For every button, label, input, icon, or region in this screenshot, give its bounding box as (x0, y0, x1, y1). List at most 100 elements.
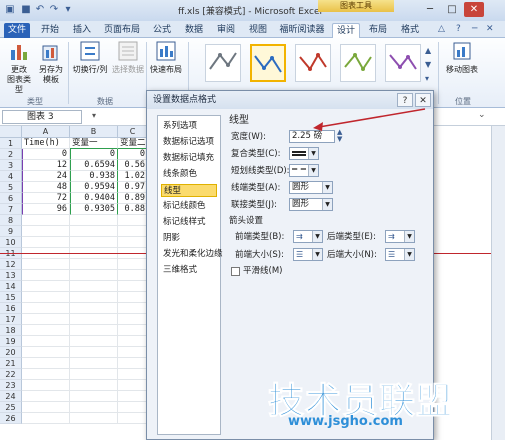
table-cell[interactable] (70, 270, 118, 281)
table-cell[interactable] (22, 292, 70, 303)
table-header-cell[interactable]: 变量一 (70, 138, 118, 149)
table-cell[interactable] (118, 270, 148, 281)
help-icon[interactable]: ? (456, 24, 461, 34)
nav-series-options[interactable]: 系列选项 (161, 120, 217, 133)
row-header[interactable]: 20 (0, 347, 22, 358)
column-header-b[interactable]: B (70, 126, 118, 138)
table-cell[interactable] (118, 303, 148, 314)
row-header[interactable]: 17 (0, 314, 22, 325)
table-cell[interactable] (22, 215, 70, 226)
row-header[interactable]: 1 (0, 138, 22, 149)
minimize-icon[interactable]: ─ (420, 2, 440, 17)
tab-design[interactable]: 设计 (332, 23, 360, 38)
table-cell[interactable]: 48 (22, 182, 70, 193)
tab-file[interactable]: 文件 (4, 23, 30, 38)
chart-style-2[interactable] (250, 44, 286, 82)
select-all-corner[interactable] (0, 126, 22, 138)
table-cell[interactable] (118, 347, 148, 358)
table-cell[interactable] (118, 391, 148, 402)
row-header[interactable]: 5 (0, 182, 22, 193)
table-cell[interactable] (22, 358, 70, 369)
table-cell[interactable] (70, 391, 118, 402)
table-cell[interactable] (118, 402, 148, 413)
row-header[interactable]: 24 (0, 391, 22, 402)
table-cell[interactable] (118, 369, 148, 380)
table-cell[interactable] (118, 259, 148, 270)
smooth-line-checkbox[interactable] (231, 267, 240, 276)
select-data-button[interactable]: 选择数据 (112, 40, 144, 75)
move-chart-button[interactable]: 移动图表 (442, 40, 482, 75)
dialog-help-icon[interactable]: ? (397, 93, 413, 107)
gallery-more-icon[interactable]: ▾ (425, 74, 429, 83)
table-cell[interactable]: 0.56 (118, 160, 148, 171)
end-size-dropdown[interactable]: ☰ ▼ (385, 248, 415, 261)
table-cell[interactable] (70, 380, 118, 391)
row-header[interactable]: 26 (0, 413, 22, 424)
table-cell[interactable] (118, 226, 148, 237)
qat-dropdown-icon[interactable]: ▾ (62, 4, 74, 16)
table-cell[interactable] (70, 369, 118, 380)
table-cell[interactable]: 0.9305 (70, 204, 118, 215)
table-cell[interactable] (22, 325, 70, 336)
nav-3d-format[interactable]: 三维格式 (161, 264, 217, 277)
nav-marker-line-color[interactable]: 标记线颜色 (161, 200, 217, 213)
table-cell[interactable] (70, 281, 118, 292)
table-cell[interactable] (70, 347, 118, 358)
table-cell[interactable]: 96 (22, 204, 70, 215)
formula-bar-expand-icon[interactable]: ⌄ (478, 110, 486, 120)
tab-view[interactable]: 视图 (244, 23, 272, 38)
quick-layout-button[interactable]: 快速布局 (148, 40, 184, 75)
workbook-close-icon[interactable]: ✕ (486, 24, 494, 34)
row-header[interactable]: 10 (0, 237, 22, 248)
row-header[interactable]: 7 (0, 204, 22, 215)
table-cell[interactable] (22, 281, 70, 292)
table-cell[interactable] (22, 413, 70, 424)
close-icon[interactable]: ✕ (464, 2, 484, 17)
tab-review[interactable]: 审阅 (212, 23, 240, 38)
table-cell[interactable] (70, 336, 118, 347)
table-cell[interactable]: 0.9404 (70, 193, 118, 204)
row-header[interactable]: 2 (0, 149, 22, 160)
name-box-dropdown-icon[interactable]: ▾ (92, 111, 96, 120)
table-cell[interactable] (70, 413, 118, 424)
join-type-dropdown[interactable]: 圆形 ▼ (289, 198, 333, 211)
table-cell[interactable] (70, 292, 118, 303)
table-cell[interactable]: 0 (70, 149, 118, 160)
ribbon-minimize-icon[interactable]: △ (438, 24, 445, 34)
row-header[interactable]: 4 (0, 171, 22, 182)
table-cell[interactable] (70, 259, 118, 270)
row-header[interactable]: 25 (0, 402, 22, 413)
table-cell[interactable] (70, 226, 118, 237)
redo-icon[interactable]: ↷ (48, 4, 60, 16)
table-cell[interactable] (22, 347, 70, 358)
row-header[interactable]: 13 (0, 270, 22, 281)
table-cell[interactable] (118, 358, 148, 369)
nav-marker-line-style[interactable]: 标记线样式 (161, 216, 217, 229)
table-cell[interactable] (22, 369, 70, 380)
row-header[interactable]: 23 (0, 380, 22, 391)
table-cell[interactable]: 24 (22, 171, 70, 182)
row-header[interactable]: 6 (0, 193, 22, 204)
tab-data[interactable]: 数据 (180, 23, 208, 38)
table-cell[interactable]: 0.938 (70, 171, 118, 182)
begin-size-dropdown[interactable]: ☰ ▼ (293, 248, 323, 261)
chart-style-3[interactable] (295, 44, 331, 82)
table-cell[interactable] (70, 325, 118, 336)
table-cell[interactable] (22, 314, 70, 325)
tab-insert[interactable]: 插入 (68, 23, 96, 38)
row-header[interactable]: 3 (0, 160, 22, 171)
dialog-close-icon[interactable]: ✕ (415, 93, 431, 107)
nav-line-color[interactable]: 线条颜色 (161, 168, 217, 181)
row-header[interactable]: 14 (0, 281, 22, 292)
dash-type-dropdown[interactable]: ▼ (289, 164, 319, 177)
table-cell[interactable] (22, 237, 70, 248)
end-type-dropdown[interactable]: ⇉ ▼ (385, 230, 415, 243)
row-header[interactable]: 9 (0, 226, 22, 237)
compound-type-dropdown[interactable]: ▼ (289, 147, 319, 160)
gallery-scroll-down-icon[interactable]: ▼ (425, 60, 431, 69)
column-header-c[interactable]: C (118, 126, 148, 138)
table-cell[interactable] (118, 380, 148, 391)
undo-icon[interactable]: ↶ (34, 4, 46, 16)
nav-line-style[interactable]: 线型 (161, 184, 217, 197)
table-cell[interactable]: 0 (22, 149, 70, 160)
